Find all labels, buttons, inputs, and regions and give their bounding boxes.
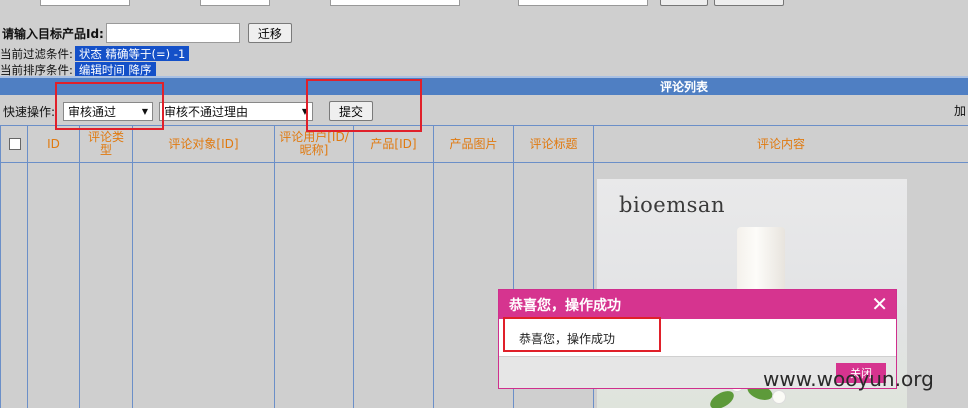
current-sort: 当前排序条件: 编辑时间 降序 (0, 62, 156, 77)
target-product-label: 请输入目标产品Id: (2, 26, 104, 41)
select-all-checkbox[interactable] (9, 138, 21, 150)
column-header-comment-title[interactable]: 评论标题 (514, 126, 593, 162)
annotation-box (306, 79, 422, 132)
filter-condition-value: 状态 精确等于(=) -1 (74, 46, 190, 61)
watermark: www.wooyun.org (763, 367, 934, 391)
leaf (707, 387, 737, 408)
truncated-label: 加 (953, 104, 966, 118)
close-icon[interactable]: ✕ (871, 293, 888, 315)
sort-condition-value: 编辑时间 降序 (74, 62, 156, 77)
target-product-row: 请输入目标产品Id: 迁移 (2, 21, 292, 45)
column-header-comment-content[interactable]: 评论内容 (594, 126, 968, 162)
filter-condition-label: 当前过滤条件: (0, 46, 73, 61)
comment-list-title: 评论列表 (659, 80, 708, 94)
annotation-box (503, 317, 661, 352)
dialog-title-bar: 恭喜您，操作成功 (499, 290, 896, 319)
column-header-product-image[interactable]: 产品图片 (434, 126, 513, 162)
flower (773, 391, 785, 403)
target-product-input[interactable] (105, 23, 240, 43)
quick-action-label: 快速操作: (3, 104, 56, 119)
column-header-comment-type[interactable]: 评论类型 (84, 126, 128, 162)
migrate-button[interactable]: 迁移 (247, 23, 292, 43)
dialog-title: 恭喜您，操作成功 (509, 297, 621, 314)
filter-button[interactable] (660, 0, 708, 6)
filter-button[interactable] (714, 0, 784, 6)
column-header-id[interactable]: ID (28, 126, 79, 162)
annotation-box (55, 82, 164, 130)
reject-reason-value: 审核不通过理由 (164, 104, 249, 119)
brand-logo: bioemsan (619, 193, 725, 217)
filter-field[interactable] (40, 0, 130, 6)
top-filter-row (0, 0, 968, 8)
filter-field[interactable] (518, 0, 648, 6)
filter-field[interactable] (330, 0, 460, 6)
current-filter: 当前过滤条件: 状态 精确等于(=) -1 (0, 46, 190, 61)
filter-field[interactable] (200, 0, 270, 6)
reject-reason-select[interactable]: 审核不通过理由 ▼ (159, 101, 314, 121)
column-header-comment-target[interactable]: 评论对象[ID] (133, 126, 274, 162)
